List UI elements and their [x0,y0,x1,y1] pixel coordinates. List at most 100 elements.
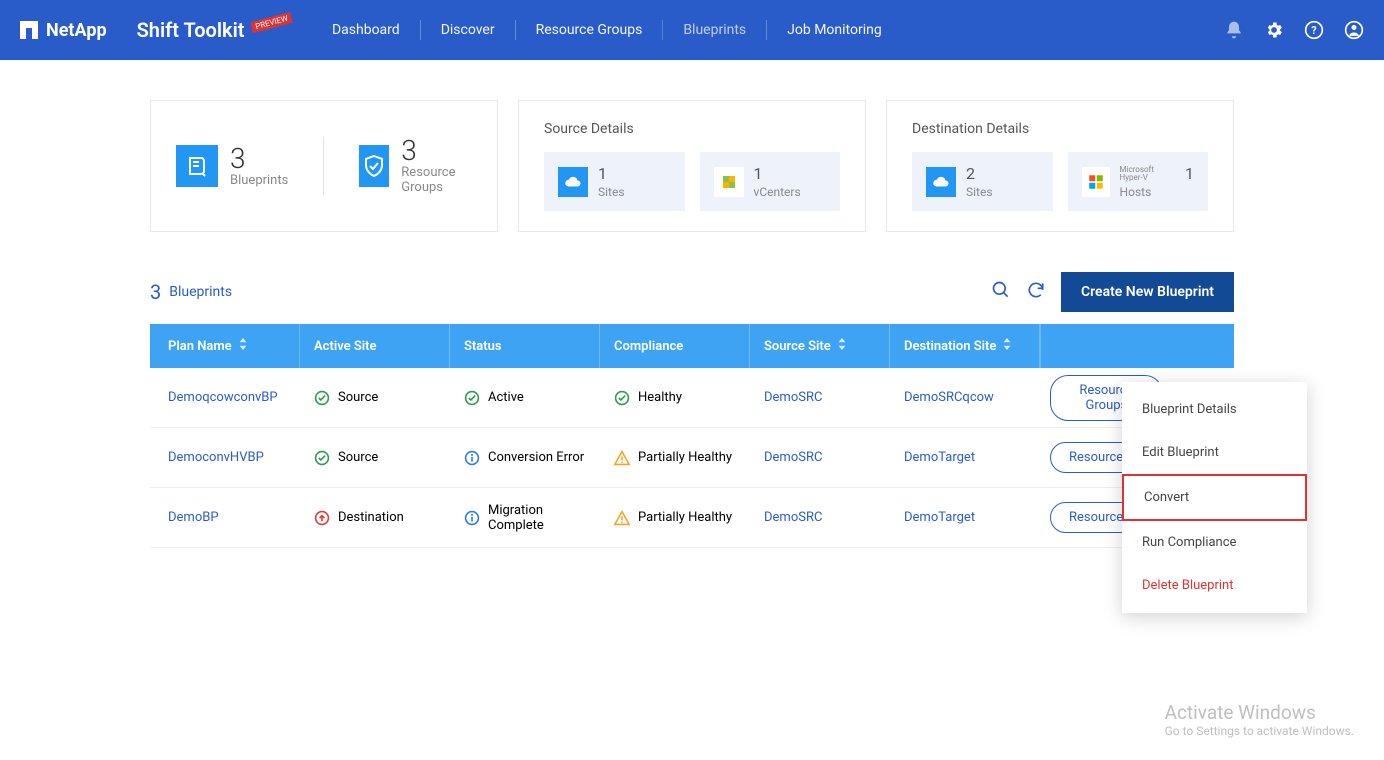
dest-hosts-count: 1 [1185,164,1194,183]
source-sites-tile: 1 Sites [544,152,685,211]
col-active-site[interactable]: Active Site [300,324,450,368]
list-header: 3 Blueprints Create New Blueprint [150,272,1234,312]
active-site-status-icon [314,390,330,406]
source-details-title: Source Details [544,121,840,137]
source-site-link[interactable]: DemoSRC [764,450,822,465]
compliance-text: Partially Healthy [638,510,732,525]
shield-icon [359,145,389,187]
svg-text:?: ? [1311,24,1316,37]
nav-discover[interactable]: Discover [420,20,515,40]
plan-name-link[interactable]: DemoconvHVBP [168,450,264,465]
nav-dashboard[interactable]: Dashboard [312,20,420,40]
sort-icon [837,338,847,354]
table-body: DemoqcowconvBP Source Active Healthy DemoSRC… [150,368,1234,548]
row-actions-dropdown: Blueprint DetailsEdit BlueprintConvertRu… [1122,382,1307,613]
stat-blueprints: 3 Blueprints [176,145,288,188]
compliance-icon [614,390,630,406]
source-site-link[interactable]: DemoSRC [764,510,822,525]
col-source-site[interactable]: Source Site [750,324,890,368]
header-icon-group: ? [1224,20,1364,40]
destination-site-link[interactable]: DemoTarget [904,450,975,465]
active-site-status-icon [314,450,330,466]
source-vcenters-tile: 1 vCenters [700,152,841,211]
summary-row: 3 Blueprints 3 Resource Groups Source De… [150,100,1234,232]
active-site-text: Destination [338,510,404,525]
stat-resource-groups: 3 Resource Groups [323,137,472,195]
brand-name: NetApp [46,20,107,41]
brand-logo: NetApp [20,20,107,41]
source-sites-label: Sites [598,185,625,199]
status-icon [464,390,480,406]
top-header: NetApp Shift Toolkit PREVIEW Dashboard D… [0,0,1384,60]
nav-blueprints[interactable]: Blueprints [662,20,766,40]
status-icon [464,450,480,466]
user-icon[interactable] [1344,20,1364,40]
col-actions [1040,324,1234,368]
dropdown-item-convert[interactable]: Convert [1122,474,1307,521]
sort-icon [238,338,248,354]
search-icon[interactable] [991,280,1011,304]
destination-details-card: Destination Details 2 Sites Microsoft Hy… [886,100,1234,232]
refresh-icon[interactable] [1026,280,1046,304]
compliance-text: Healthy [638,390,682,405]
destination-site-link[interactable]: DemoTarget [904,510,975,525]
active-site-status-icon [314,510,330,526]
dest-hosts-label: Hosts [1120,185,1194,199]
col-compliance[interactable]: Compliance [600,324,750,368]
status-text: Active [488,390,524,405]
active-site-text: Source [338,390,378,405]
bell-icon[interactable] [1224,20,1244,40]
table-row: DemoconvHVBP Source Conversion Error Partia… [150,428,1234,488]
table-header: Plan Name Active Site Status Compliance … [150,324,1234,368]
source-vcenters-label: vCenters [754,185,801,199]
table-row: DemoBP Destination Migration Complete Parti… [150,488,1234,548]
cloud-icon [558,167,588,197]
preview-badge: PREVIEW [250,11,293,32]
host-type-label: Microsoft Hyper-V [1120,166,1179,182]
status-text: Migration Complete [488,503,586,533]
status-text: Conversion Error [488,450,584,465]
plan-name-link[interactable]: DemoBP [168,510,219,525]
compliance-icon [614,510,630,526]
stat-rg-count: 3 [401,137,472,165]
source-site-link[interactable]: DemoSRC [764,390,822,405]
netapp-n-icon [20,21,38,39]
destination-site-link[interactable]: DemoSRCqcow [904,390,994,405]
table-row: DemoqcowconvBP Source Active Healthy DemoSRC… [150,368,1234,428]
dropdown-item-delete-blueprint[interactable]: Delete Blueprint [1122,564,1307,607]
summary-card-counts: 3 Blueprints 3 Resource Groups [150,100,498,232]
destination-details-title: Destination Details [912,121,1208,137]
watermark-title: Activate Windows [1165,701,1354,724]
col-plan-name[interactable]: Plan Name [150,324,300,368]
active-site-text: Source [338,450,378,465]
source-sites-count: 1 [598,164,607,183]
stat-blueprints-label: Blueprints [230,173,288,188]
nav-resource-groups[interactable]: Resource Groups [515,20,663,40]
watermark-sub: Go to Settings to activate Windows. [1165,724,1354,738]
dropdown-item-run-compliance[interactable]: Run Compliance [1122,521,1307,564]
plan-name-link[interactable]: DemoqcowconvBP [168,390,278,405]
blueprint-list-count: 3 [150,280,161,304]
col-destination-site[interactable]: Destination Site [890,324,1040,368]
dest-sites-label: Sites [966,185,993,199]
source-vcenters-count: 1 [754,164,763,183]
dropdown-item-blueprint-details[interactable]: Blueprint Details [1122,388,1307,431]
vcenter-icon [714,167,744,197]
col-status[interactable]: Status [450,324,600,368]
windows-watermark: Activate Windows Go to Settings to activ… [1165,701,1354,738]
help-icon[interactable]: ? [1304,20,1324,40]
main-nav: Dashboard Discover Resource Groups Bluep… [312,20,902,40]
gear-icon[interactable] [1264,20,1284,40]
dest-sites-count: 2 [966,164,975,183]
nav-job-monitoring[interactable]: Job Monitoring [766,20,902,40]
create-new-blueprint-button[interactable]: Create New Blueprint [1061,272,1234,312]
status-icon [464,510,480,526]
hyperv-icon [1082,167,1110,197]
dropdown-item-edit-blueprint[interactable]: Edit Blueprint [1122,431,1307,474]
compliance-text: Partially Healthy [638,450,732,465]
source-details-card: Source Details 1 Sites 1 vCenters [518,100,866,232]
stat-rg-label: Resource Groups [401,165,472,195]
cloud-icon [926,167,956,197]
stat-blueprints-count: 3 [230,145,288,173]
compliance-icon [614,450,630,466]
